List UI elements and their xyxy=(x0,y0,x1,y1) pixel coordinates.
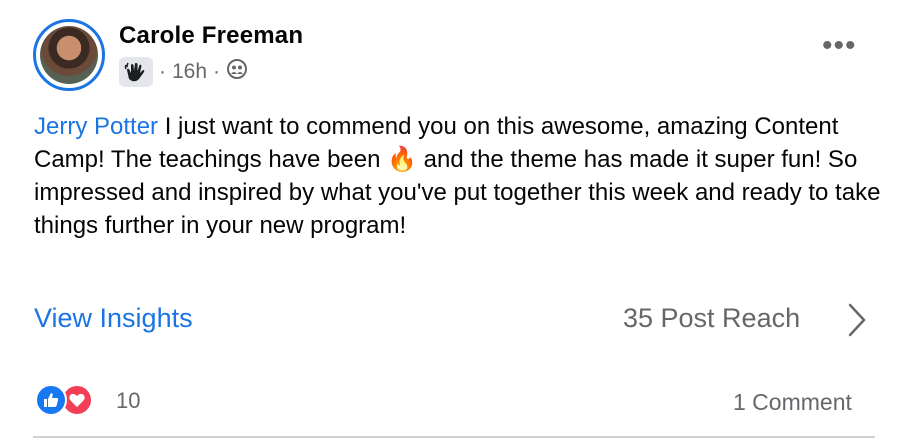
post-reach[interactable]: 35 Post Reach xyxy=(623,303,800,334)
reaction-count[interactable]: 10 xyxy=(116,388,140,414)
more-options-icon[interactable]: ••• xyxy=(822,31,857,61)
post-time[interactable]: 16h xyxy=(172,60,207,84)
post-body: Jerry Potter I just want to commend you … xyxy=(34,110,884,242)
group-audience-icon xyxy=(226,58,248,86)
divider xyxy=(33,436,875,438)
reaction-icons[interactable] xyxy=(35,384,93,416)
view-insights-link[interactable]: View Insights xyxy=(34,303,193,334)
author-name[interactable]: Carole Freeman xyxy=(119,22,303,50)
comments-count[interactable]: 1 Comment xyxy=(733,389,852,416)
like-reaction-icon xyxy=(35,384,67,416)
post-meta: · 16h · xyxy=(119,56,248,88)
chevron-right-icon[interactable] xyxy=(846,302,868,343)
meta-separator: · xyxy=(213,60,221,83)
post-card: Carole Freeman · 16h · ••• Jerry Potter … xyxy=(0,0,908,440)
author-avatar[interactable] xyxy=(33,19,105,91)
meta-separator: · xyxy=(159,60,166,83)
mention-link[interactable]: Jerry Potter xyxy=(34,113,158,140)
raised-hand-badge-icon[interactable] xyxy=(119,57,153,87)
fire-emoji: 🔥 xyxy=(387,146,418,173)
avatar-photo xyxy=(40,26,98,84)
